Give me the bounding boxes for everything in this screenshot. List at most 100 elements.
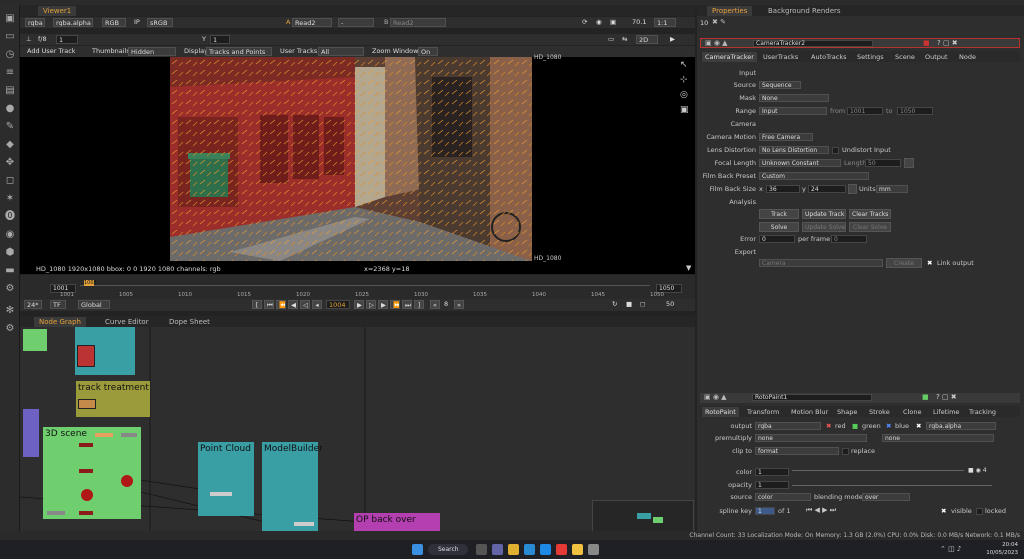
nuke-icon[interactable] [572, 544, 583, 555]
node-track-treatment[interactable]: track treatment [76, 381, 150, 417]
view-mode-dropdown[interactable]: 2D [636, 35, 658, 44]
sync-icon[interactable]: ⟳ [580, 18, 590, 27]
tab-autotracks[interactable]: AutoTracks [808, 52, 850, 62]
zoom-readout[interactable]: 70.1 [630, 18, 652, 27]
viewer-tool-icon[interactable]: ▣ [4, 13, 16, 24]
draw-tool-icon[interactable]: ▭ [4, 31, 16, 42]
to-field[interactable]: 1050 [897, 107, 933, 115]
color-field[interactable]: 1 [755, 468, 789, 476]
compare-icon[interactable]: ⇆ [620, 35, 630, 44]
cache-icon[interactable]: ■ [624, 300, 634, 309]
node-op-back-over[interactable]: OP back over [354, 513, 440, 531]
blue-check-icon[interactable]: ✖ [886, 422, 894, 430]
lens-distortion-dropdown[interactable]: No Lens Distortion [759, 146, 829, 154]
clear-panels-icon[interactable]: ✖ ✎ [712, 18, 726, 26]
tab-background-renders[interactable]: Background Renders [763, 6, 846, 16]
node-graph-minimap[interactable] [592, 500, 694, 534]
info-dropdown-icon[interactable]: ▼ [686, 264, 691, 272]
film-back-anim-button[interactable] [848, 184, 857, 194]
tab-usertracks[interactable]: UserTracks [760, 52, 801, 62]
mask-dropdown[interactable]: None [759, 94, 829, 102]
export-dropdown[interactable]: Camera [759, 259, 883, 267]
clip-to-dropdown[interactable]: format [755, 447, 839, 455]
toolsets-tool-icon[interactable]: ▬ [4, 265, 16, 276]
input-a-dropdown[interactable]: Read2 [292, 18, 332, 27]
views-tool-icon[interactable]: ◉ [4, 229, 16, 240]
alpha-dropdown[interactable]: rgba.alpha [926, 422, 996, 430]
input-mid-dropdown[interactable]: - [338, 18, 374, 27]
bookmark-icon[interactable]: ◻ [638, 300, 648, 309]
blending-mode-dropdown[interactable]: over [862, 493, 910, 501]
from-field[interactable]: 1001 [847, 107, 883, 115]
step-forward-button[interactable]: ▷ [366, 300, 376, 309]
node-render-dot[interactable] [81, 489, 93, 501]
display-dropdown[interactable]: Tracks and Points [206, 47, 272, 56]
film-back-x-field[interactable]: 36 [766, 185, 800, 193]
track-button[interactable]: Track [759, 209, 799, 219]
increment-value[interactable]: 8 [442, 300, 452, 309]
tab-lifetime[interactable]: Lifetime [930, 407, 962, 417]
node-transform[interactable] [79, 469, 93, 473]
tab-rotopaint[interactable]: RotoPaint [702, 407, 739, 417]
update-solve-button[interactable]: Update Solve [802, 222, 846, 232]
node-read[interactable] [121, 433, 137, 437]
green-check-icon[interactable]: ■ [852, 422, 860, 430]
chrome-icon[interactable] [556, 544, 567, 555]
file-explorer-icon[interactable] [508, 544, 519, 555]
color-slider[interactable] [792, 470, 964, 471]
help-icon[interactable]: ? ▢ ✖ [936, 393, 957, 401]
prev-key-button[interactable]: ⏪ [276, 300, 286, 309]
colorspace-dropdown[interactable]: sRGB [147, 18, 173, 27]
tab-output[interactable]: Output [922, 52, 951, 62]
app-icon[interactable] [540, 544, 551, 555]
tab-curve-editor[interactable]: Curve Editor [100, 317, 154, 327]
settings-tool-icon[interactable]: ⚙ [4, 323, 16, 334]
tab-dope-sheet[interactable]: Dope Sheet [164, 317, 215, 327]
tab-tracking[interactable]: Tracking [966, 407, 999, 417]
node-graph-canvas[interactable]: track treatment 3D scene Point Cloud Mod… [20, 327, 695, 540]
node-write[interactable] [79, 511, 93, 515]
in-point-button[interactable]: [ [252, 300, 262, 309]
clear-solve-button[interactable]: Clear Solve [849, 222, 891, 232]
tab-cameratracker[interactable]: CameraTracker [702, 52, 757, 62]
visible-check-icon[interactable]: ✖ [941, 507, 949, 515]
out-point-button[interactable]: ] [414, 300, 424, 309]
metadata-tool-icon[interactable]: ⬢ [4, 247, 16, 258]
deep-tool-icon[interactable]: ⓿ [4, 211, 16, 222]
3d-tool-icon[interactable]: ◻ [4, 175, 16, 186]
channels-dropdown[interactable]: rgba [25, 18, 45, 27]
tab-settings[interactable]: Settings [854, 52, 887, 62]
premultiply-dropdown[interactable]: none [755, 434, 867, 442]
transform-tool-icon[interactable]: ✥ [4, 157, 16, 168]
taskbar-time[interactable]: 20:04 [982, 542, 1018, 548]
overlay-icon[interactable]: ▭ [606, 35, 616, 44]
output-dropdown[interactable]: rgba [755, 422, 821, 430]
current-frame-field[interactable]: 1004 [326, 300, 350, 309]
filter-tool-icon[interactable]: ● [4, 103, 16, 114]
lock-icon[interactable]: ◉ [594, 18, 604, 27]
add-user-track-button[interactable]: Add User Track [25, 47, 75, 56]
key-nav-icons[interactable]: ⏮ ◀ ▶ ⏭ [806, 506, 866, 515]
input-b-dropdown[interactable]: Read2 [390, 18, 446, 27]
windows-start-icon[interactable] [412, 544, 423, 555]
tab-node-graph[interactable]: Node Graph [34, 317, 86, 327]
tab-node[interactable]: Node [956, 52, 979, 62]
node-purple-backdrop[interactable] [23, 409, 39, 457]
node-pointcloud-generator[interactable] [210, 492, 232, 496]
tab-scene[interactable]: Scene [892, 52, 918, 62]
properties-counter[interactable]: 10 [700, 19, 708, 27]
last-frame-button[interactable]: ⏭ [402, 300, 412, 309]
length-anim-button[interactable] [904, 158, 914, 168]
source-dropdown[interactable]: Sequence [759, 81, 801, 89]
task-view-icon[interactable] [476, 544, 487, 555]
create-button[interactable]: Create [886, 258, 922, 268]
focal-length-dropdown[interactable]: Unknown Constant [759, 159, 841, 167]
ip-toggle[interactable]: IP [132, 18, 144, 27]
select-arrow-icon[interactable]: ↖ [680, 60, 692, 75]
node-teal-backdrop[interactable] [75, 327, 135, 375]
teams-icon[interactable] [492, 544, 503, 555]
channel-tool-icon[interactable]: ≡ [4, 67, 16, 78]
increment-back-button[interactable]: « [430, 300, 440, 309]
prev-frame-button[interactable]: ◀ [288, 300, 298, 309]
opacity-slider[interactable] [792, 485, 992, 486]
